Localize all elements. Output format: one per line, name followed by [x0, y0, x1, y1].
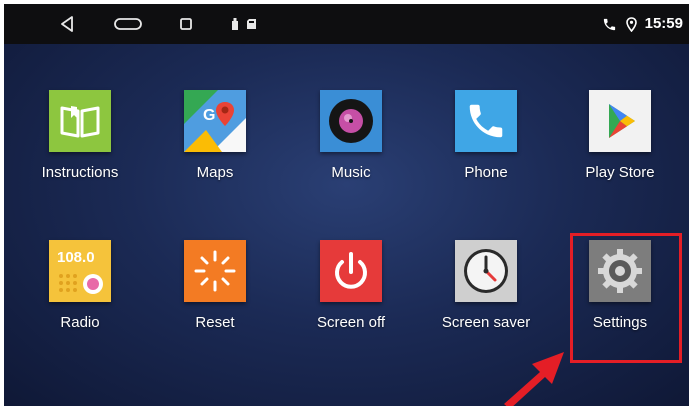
clock-icon: [455, 240, 517, 302]
app-music[interactable]: Music: [286, 90, 416, 181]
app-screen-off[interactable]: Screen off: [286, 240, 416, 331]
music-disc-icon: [320, 90, 382, 152]
power-icon: [320, 240, 382, 302]
reset-icon: [184, 240, 246, 302]
location-icon: [624, 4, 638, 44]
clock-time: 15:59: [644, 15, 683, 32]
recents-icon[interactable]: [172, 4, 200, 44]
app-label: Phone: [464, 164, 508, 181]
usb-icon: [228, 4, 242, 44]
maps-icon: G: [184, 90, 246, 152]
app-reset[interactable]: Reset: [150, 240, 280, 331]
radio-frequency: 108.0: [57, 249, 95, 266]
app-label: Screen saver: [441, 314, 531, 331]
app-label: Play Store: [585, 164, 655, 181]
radio-icon: 108.0: [49, 240, 111, 302]
phone-icon: [600, 4, 618, 44]
settings-highlight-box: [570, 233, 682, 363]
app-phone[interactable]: Phone: [421, 90, 551, 181]
app-label: Instructions: [41, 164, 119, 181]
play-store-icon: [589, 90, 651, 152]
app-label: Maps: [196, 164, 234, 181]
app-radio[interactable]: 108.0 Radio: [15, 240, 145, 331]
app-maps[interactable]: G Maps: [150, 90, 280, 181]
home-icon[interactable]: [108, 4, 148, 44]
app-play-store[interactable]: Play Store: [555, 90, 685, 181]
app-instructions[interactable]: Instructions: [15, 90, 145, 181]
pointer-arrow-icon: [504, 352, 564, 406]
app-screen-saver[interactable]: Screen saver: [421, 240, 551, 331]
app-label: Radio: [60, 314, 100, 331]
book-icon: [49, 90, 111, 152]
svg-text:G: G: [203, 107, 215, 124]
app-label: Reset: [195, 314, 235, 331]
back-icon[interactable]: [52, 4, 82, 44]
app-label: Screen off: [316, 314, 386, 331]
status-bar: 15:59: [4, 4, 689, 44]
phone-handset-icon: [455, 90, 517, 152]
launcher-screen: 15:59 Instructions G Maps Music Phone Pl…: [4, 4, 689, 406]
sd-card-icon: [244, 4, 258, 44]
app-label: Music: [331, 164, 371, 181]
